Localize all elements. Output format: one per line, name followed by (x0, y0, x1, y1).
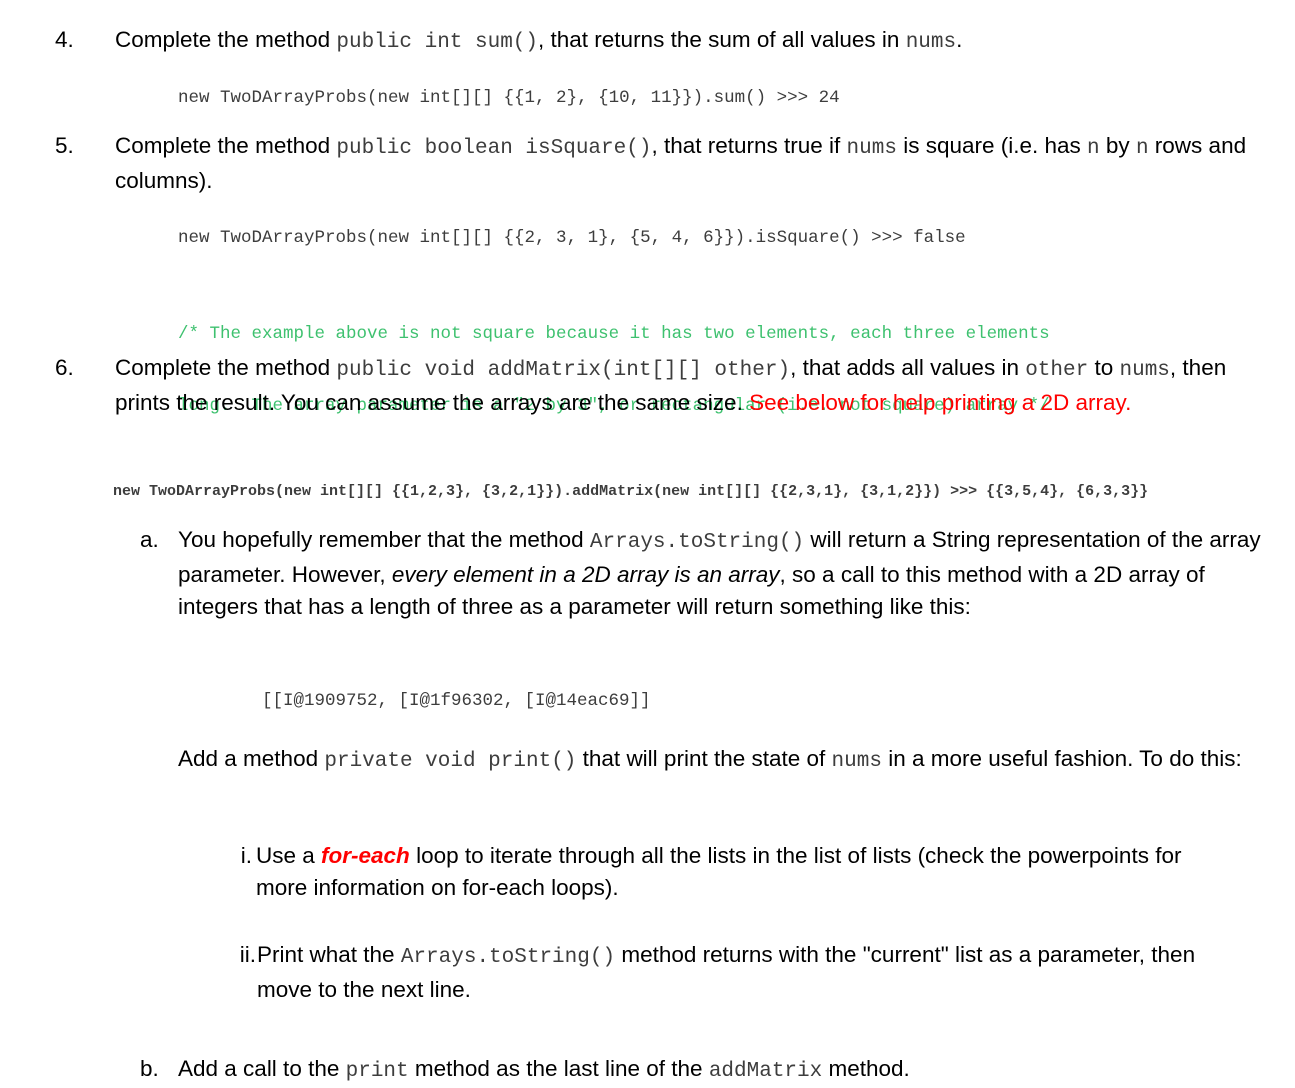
item6-text-c: to (1088, 355, 1120, 380)
code-example-item-6: new TwoDArrayProbs(new int[][] {{1,2,3},… (113, 483, 1149, 500)
list-marker-ii: ii. (239, 942, 256, 967)
item5-code-signature: public boolean isSquare() (336, 137, 652, 160)
itemb-code-print: print (345, 1060, 409, 1083)
list-marker-4: 4. (55, 27, 74, 52)
list-marker-a: a. (140, 527, 159, 552)
para-add-code-nums: nums (831, 750, 882, 773)
itemb-text-a: Add a call to the (178, 1056, 346, 1081)
para-add-text-b: that will print the state of (576, 746, 832, 771)
item5-text-c: is square (i.e. has (896, 133, 1088, 158)
code-comment-line-1: /* The example above is not square becau… (178, 324, 1050, 344)
para-add-text-c: in a more useful fashion. To do this: (881, 746, 1242, 771)
item5-code-n1: n (1087, 137, 1100, 160)
itema-text-a: You hopefully remember that the method (178, 527, 590, 552)
itema-emphasis: every element in a 2D array is an array (391, 562, 780, 587)
item6-text-a: Complete the method (115, 355, 337, 380)
item5-text-b: , that returns true if (651, 133, 847, 158)
document-page: 4. Complete the method public int sum(),… (0, 0, 1295, 1088)
list-item-a-text: You hopefully remember that the method A… (178, 524, 1290, 623)
list-item-ii-text: Print what the Arrays.toString() method … (257, 939, 1238, 1006)
list-marker-b: b. (140, 1056, 159, 1081)
item6-red-note: See below for help printing a 2D array. (749, 390, 1132, 415)
item4-code-nums: nums (905, 31, 957, 54)
list-marker-6: 6. (55, 355, 74, 380)
itema-code-arrays-tostring: Arrays.toString() (589, 531, 805, 554)
item5-code-n2: n (1135, 137, 1149, 160)
item6-text-b: , that adds all values in (790, 355, 1026, 380)
item4-text-b: , that returns the sum of all values in (538, 27, 906, 52)
list-marker-i: i. (240, 843, 252, 868)
item4-code-signature: public int sum() (336, 31, 539, 54)
itemii-text-a: Print what the (257, 942, 401, 967)
list-item-ii: ii. Print what the Arrays.toString() met… (238, 939, 1238, 1006)
item4-text-c: . (956, 27, 963, 52)
paragraph-add-print-method: Add a method private void print() that w… (178, 743, 1278, 778)
para-add-code-print: private void print() (324, 750, 577, 773)
item5-code-nums: nums (846, 137, 897, 160)
list-item-b-text: Add a call to the print method as the la… (178, 1053, 1280, 1088)
item5-text-a: Complete the method (115, 133, 337, 158)
item6-code-signature: public void addMatrix(int[][] other) (336, 359, 791, 382)
item5-text-d: by (1099, 133, 1136, 158)
item6-code-nums: nums (1119, 359, 1170, 382)
itemi-emphasis-for-each: for-each (321, 843, 410, 868)
list-item-4: 4. Complete the method public int sum(),… (55, 24, 1285, 59)
list-item-i-text: Use a for-each loop to iterate through a… (256, 840, 1238, 904)
itemb-text-b: method as the last line of the (408, 1056, 709, 1081)
list-marker-5: 5. (55, 133, 74, 158)
item6-code-other: other (1025, 359, 1089, 382)
list-item-5-text: Complete the method public boolean isSqu… (115, 130, 1287, 197)
itemb-code-addmatrix: addMatrix (708, 1060, 823, 1083)
itemi-text-a: Use a (256, 843, 322, 868)
itemb-text-c: method. (822, 1056, 910, 1081)
list-item-b: b. Add a call to the print method as the… (140, 1053, 1280, 1088)
code-example-item-4: new TwoDArrayProbs(new int[][] {{1, 2}, … (178, 88, 840, 108)
item4-text-a: Complete the method (115, 27, 337, 52)
itemii-code-arrays-tostring: Arrays.toString() (400, 946, 616, 969)
list-item-a: a. You hopefully remember that the metho… (140, 524, 1290, 623)
code-example-item-5: new TwoDArrayProbs(new int[][] {{2, 3, 1… (178, 228, 966, 248)
list-item-i: i. Use a for-each loop to iterate throug… (238, 840, 1238, 904)
para-add-text-a: Add a method (178, 746, 325, 771)
list-item-5: 5. Complete the method public boolean is… (55, 130, 1287, 197)
code-example-hashcodes: [[I@1909752, [I@1f96302, [I@14eac69]] (262, 691, 651, 711)
list-item-4-text: Complete the method public int sum(), th… (115, 24, 1285, 59)
list-item-6-text: Complete the method public void addMatri… (115, 352, 1287, 419)
list-item-6: 6. Complete the method public void addMa… (55, 352, 1287, 419)
